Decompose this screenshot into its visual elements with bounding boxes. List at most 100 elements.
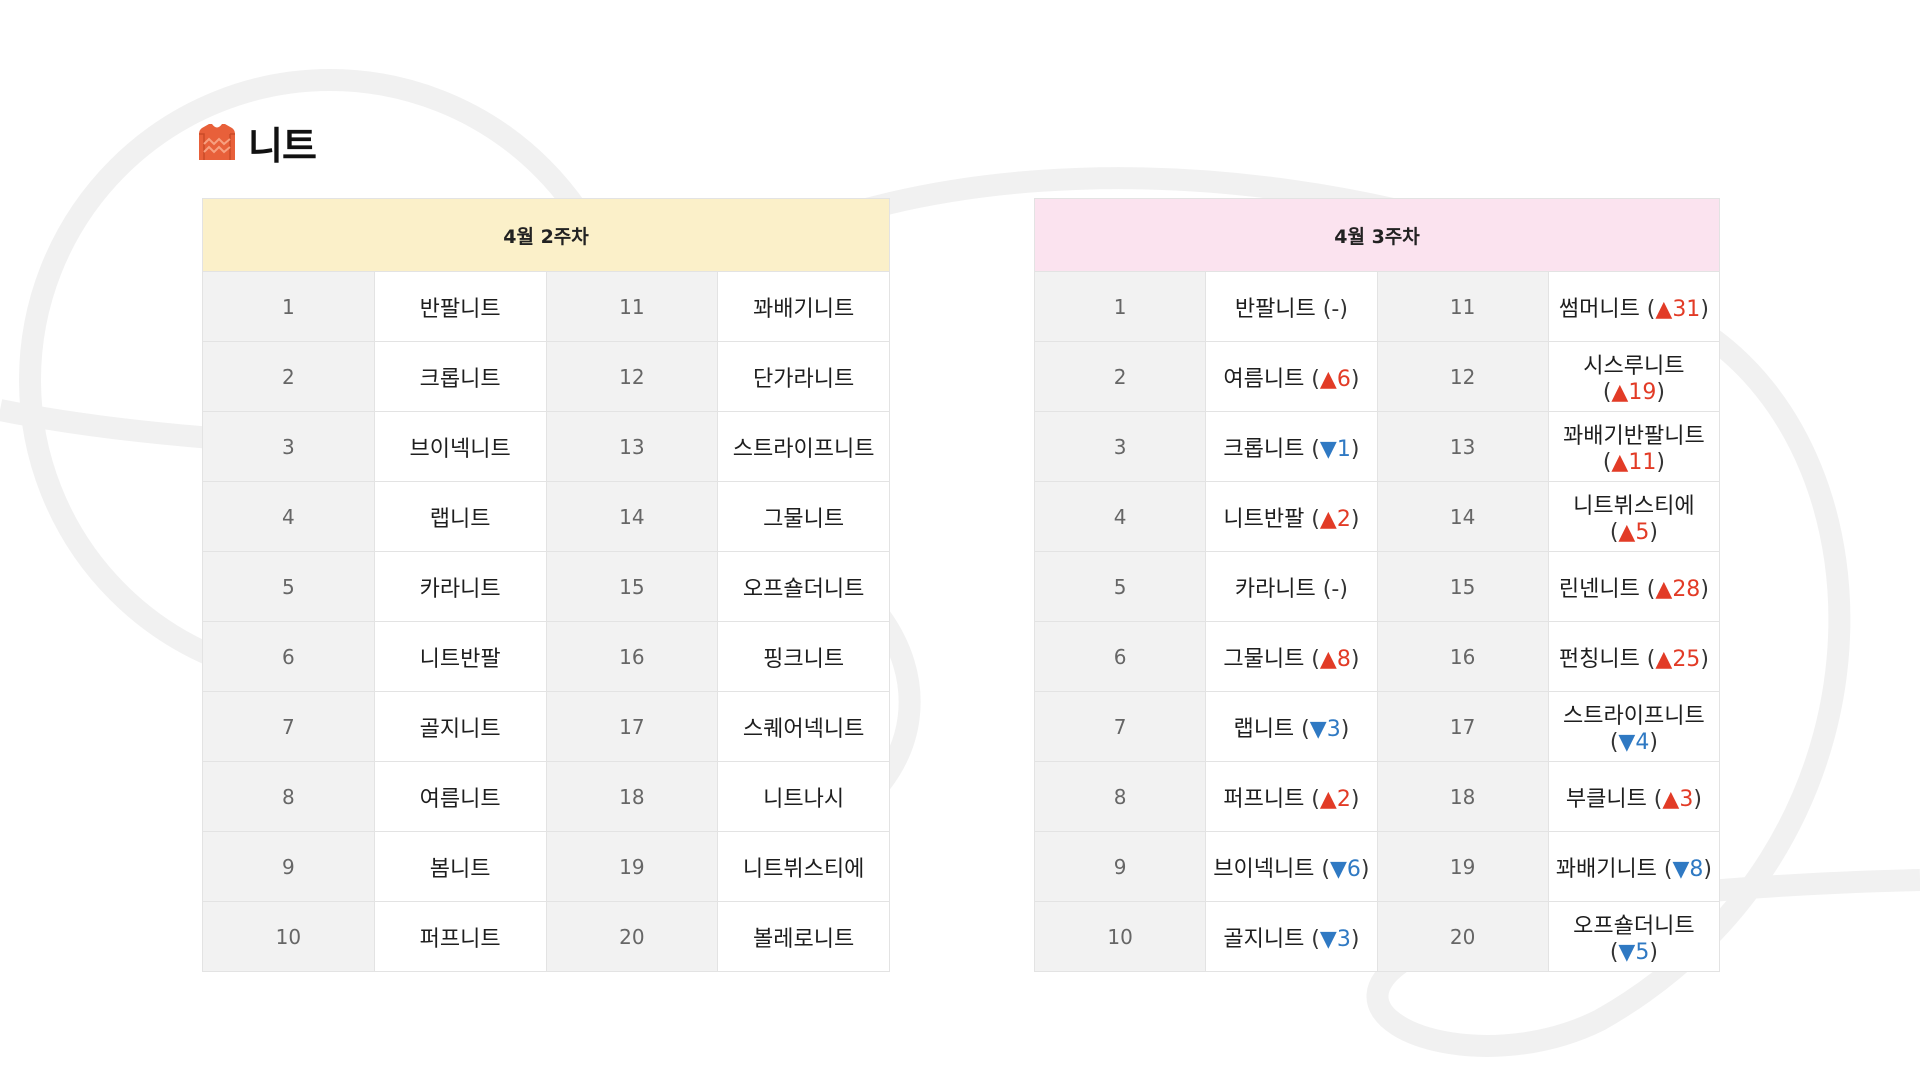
rank-number: 4 <box>202 481 375 552</box>
table-row: 7 랩니트 (▼3) 17 스트라이프니트 (▼4) <box>1033 691 1721 762</box>
rank-number: 7 <box>1033 691 1207 762</box>
keyword-cell: 핑크니트 <box>717 621 890 692</box>
rank-number: 16 <box>1376 621 1549 692</box>
ranking-table-week1: 4월 2주차 1 반팔니트 11 꽈배기니트 2 크롭니트 12 단가라니트 3 브이넥니트 13 스… <box>202 198 890 972</box>
rank-change: (▲5) <box>1609 520 1658 545</box>
triangle-up-icon: ▲ <box>1319 646 1337 672</box>
rank-change-value: 25 <box>1672 646 1701 672</box>
keyword-cell: 카라니트 (-) <box>1205 551 1378 622</box>
keyword-cell: 랩니트 <box>373 481 547 552</box>
rank-number: 10 <box>202 901 375 972</box>
rank-number: 19 <box>545 831 719 902</box>
keyword-cell: 퍼프니트 (▲2) <box>1205 761 1378 832</box>
rank-number: 18 <box>545 761 719 832</box>
table-row: 10 골지니트 (▼3) 20 오프숄더니트 (▼5) <box>1033 901 1721 972</box>
rank-number: 17 <box>545 691 719 762</box>
rank-number: 9 <box>1033 831 1207 902</box>
table-row: 3 브이넥니트 13 스트라이프니트 <box>202 411 890 482</box>
week2-header: 4월 3주차 <box>1034 198 1720 272</box>
triangle-up-icon: ▲ <box>1319 506 1337 532</box>
keyword-cell: 니트반팔 (▲2) <box>1205 481 1378 552</box>
triangle-up-icon: ▲ <box>1319 366 1337 392</box>
keyword-label: 니트반팔 <box>1223 506 1305 532</box>
rank-number: 5 <box>1033 551 1207 622</box>
keyword-cell: 반팔니트 (-) <box>1205 271 1378 342</box>
rank-number: 18 <box>1376 761 1549 832</box>
rank-number: 7 <box>202 691 375 762</box>
rank-number: 3 <box>202 411 375 482</box>
triangle-down-icon: ▼ <box>1618 940 1636 965</box>
keyword-cell: 브이넥니트 (▼6) <box>1205 831 1378 902</box>
rank-number: 20 <box>545 901 719 972</box>
triangle-up-icon: ▲ <box>1655 576 1673 602</box>
rank-change: (▲28) <box>1639 576 1709 602</box>
rank-change-value: 8 <box>1689 856 1704 882</box>
keyword-cell: 골지니트 <box>373 691 547 762</box>
rank-number: 9 <box>202 831 375 902</box>
triangle-up-icon: ▲ <box>1611 450 1629 475</box>
ranking-table-week2: 4월 3주차 1 반팔니트 (-) 11 썸머니트 (▲31) 2 여름니트 (▲6) 12… <box>1033 198 1721 972</box>
sweater-icon <box>198 122 236 162</box>
keyword-label: 스트라이프니트 <box>1563 704 1705 729</box>
rank-number: 1 <box>1033 271 1207 342</box>
rank-change: (▼5) <box>1609 940 1658 965</box>
keyword-label: 꽈배기니트 <box>1555 856 1657 882</box>
keyword-cell: 니트나시 <box>717 761 890 832</box>
table-row: 6 니트반팔 16 핑크니트 <box>202 621 890 692</box>
rank-number: 8 <box>1033 761 1207 832</box>
rank-number: 19 <box>1376 831 1549 902</box>
rank-change: (▲11) <box>1602 450 1665 475</box>
table-row: 9 봄니트 19 니트뷔스티에 <box>202 831 890 902</box>
rank-number: 4 <box>1033 481 1207 552</box>
rank-change-value: 5 <box>1635 520 1650 545</box>
keyword-cell: 브이넥니트 <box>373 411 547 482</box>
keyword-cell: 봄니트 <box>373 831 547 902</box>
keyword-label: 퍼프니트 <box>1223 786 1305 812</box>
table-row: 5 카라니트 (-) 15 린넨니트 (▲28) <box>1033 551 1721 622</box>
rank-change: (▲2) <box>1304 786 1360 812</box>
keyword-cell: 스트라이프니트 (▼4) <box>1547 691 1721 762</box>
triangle-up-icon: ▲ <box>1655 646 1673 672</box>
keyword-label: 부클니트 <box>1565 786 1647 812</box>
rank-change-value: 11 <box>1628 450 1657 475</box>
keyword-cell: 그물니트 <box>717 481 890 552</box>
keyword-label: 썸머니트 <box>1558 296 1640 322</box>
rank-change-value: 3 <box>1336 926 1351 952</box>
rank-change: (▼8) <box>1656 856 1713 882</box>
rank-number: 15 <box>545 551 719 622</box>
keyword-cell: 여름니트 <box>373 761 547 832</box>
rank-number: 6 <box>202 621 375 692</box>
keyword-cell: 반팔니트 <box>373 271 547 342</box>
rank-change: (▲31) <box>1639 296 1709 322</box>
table-row: 7 골지니트 17 스퀘어넥니트 <box>202 691 890 762</box>
rank-number: 15 <box>1376 551 1549 622</box>
rank-change-value: 6 <box>1346 856 1361 882</box>
triangle-up-icon: ▲ <box>1618 520 1636 545</box>
rank-number: 20 <box>1376 901 1549 972</box>
rank-change: (▼3) <box>1304 926 1360 952</box>
rank-change: (▲3) <box>1646 786 1702 812</box>
keyword-cell: 꽈배기반팔니트 (▲11) <box>1547 411 1721 482</box>
rank-number: 10 <box>1033 901 1207 972</box>
rank-change: (▲6) <box>1304 366 1360 392</box>
keyword-cell: 오프숄더니트 (▼5) <box>1547 901 1721 972</box>
triangle-down-icon: ▼ <box>1319 436 1337 462</box>
triangle-up-icon: ▲ <box>1611 380 1629 405</box>
keyword-cell: 볼레로니트 <box>717 901 890 972</box>
triangle-down-icon: ▼ <box>1330 856 1347 882</box>
triangle-down-icon: ▼ <box>1618 730 1636 755</box>
rank-number: 2 <box>202 341 375 412</box>
keyword-label: 골지니트 <box>1223 926 1305 952</box>
keyword-cell: 펀칭니트 (▲25) <box>1547 621 1721 692</box>
keyword-cell: 썸머니트 (▲31) <box>1547 271 1721 342</box>
keyword-cell: 크롭니트 (▼1) <box>1205 411 1378 482</box>
triangle-up-icon: ▲ <box>1662 786 1680 812</box>
table-row: 9 브이넥니트 (▼6) 19 꽈배기니트 (▼8) <box>1033 831 1721 902</box>
triangle-down-icon: ▼ <box>1309 716 1327 742</box>
keyword-cell: 골지니트 (▼3) <box>1205 901 1378 972</box>
keyword-label: 시스루니트 <box>1583 354 1685 379</box>
keyword-label: 그물니트 <box>1223 646 1305 672</box>
table-row: 10 퍼프니트 20 볼레로니트 <box>202 901 890 972</box>
keyword-label: 반팔니트 <box>1234 296 1316 322</box>
rank-change-value: 3 <box>1679 786 1694 812</box>
